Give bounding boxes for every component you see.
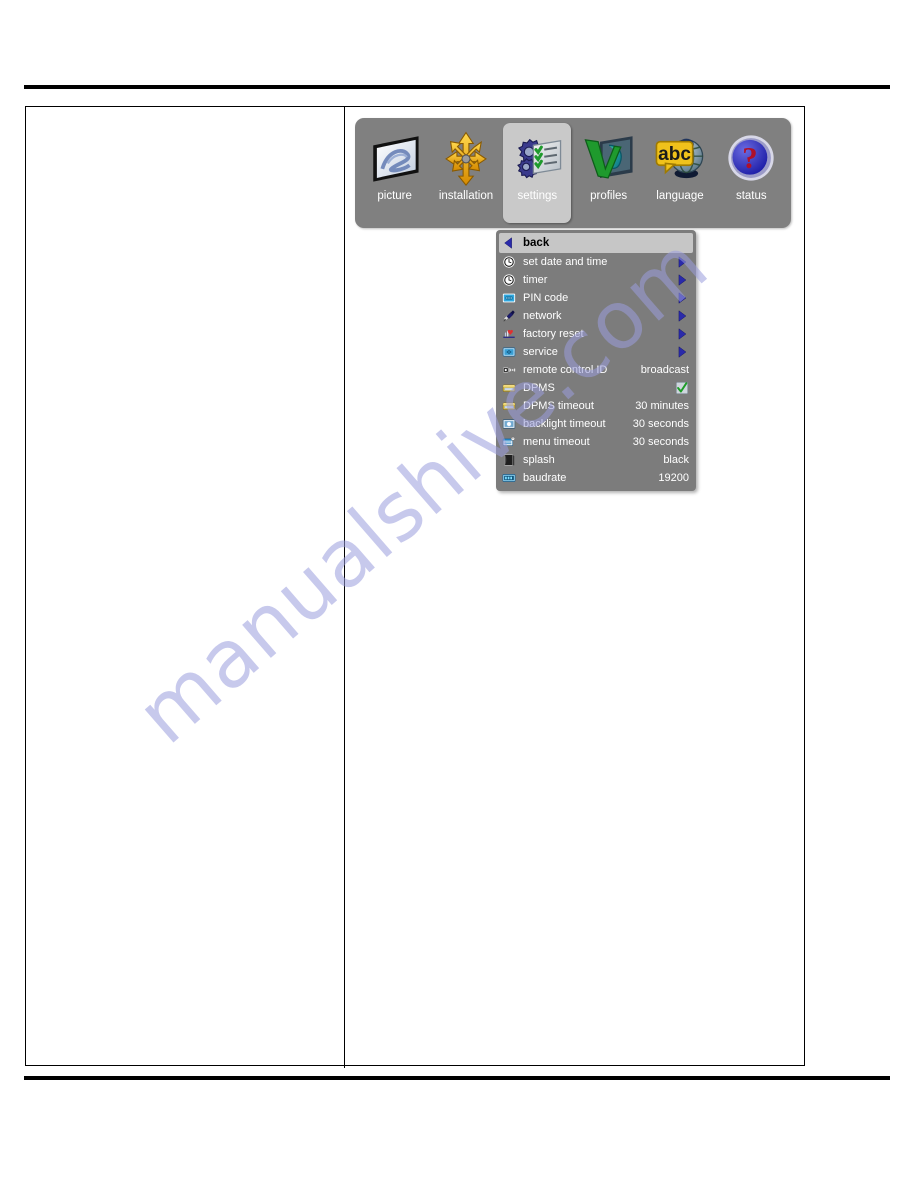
osd-tab-installation[interactable]: installation — [432, 123, 500, 223]
osd-tab-label: settings — [517, 190, 558, 202]
menu-item-value[interactable]: 19200 — [658, 471, 689, 485]
profiles-icon — [580, 129, 638, 190]
page-rule-bottom — [24, 1076, 890, 1080]
menu-item-backlight-timeout[interactable]: backlight timeout 30 seconds — [499, 415, 693, 433]
menu-item-back[interactable]: back — [499, 233, 693, 253]
menu-item-label: backlight timeout — [523, 418, 606, 430]
language-icon: abc — [651, 129, 709, 190]
menu-item-service[interactable]: service — [499, 343, 693, 361]
baudrate-icon — [502, 471, 523, 485]
menu-item-label: DPMS timeout — [523, 400, 594, 412]
menu-item-label: splash — [523, 454, 555, 466]
submenu-arrow-icon[interactable] — [675, 291, 689, 305]
menu-item-dpms[interactable]: DPMS — [499, 379, 693, 397]
osd-tab-profiles[interactable]: profiles — [575, 123, 643, 223]
menu-item-label: network — [523, 310, 562, 322]
osd-tab-picture[interactable]: picture — [361, 123, 429, 223]
menu-item-dpms-timeout[interactable]: DPMS timeout 30 minutes — [499, 397, 693, 415]
clock-icon — [502, 273, 523, 287]
osd-settings-menu: back set date and time timer PIN code networ… — [496, 230, 696, 491]
menu-item-timer[interactable]: timer — [499, 271, 693, 289]
menu-item-label: baudrate — [523, 472, 567, 484]
menu-item-factory-reset[interactable]: factory reset — [499, 325, 693, 343]
menu-item-value[interactable]: 30 seconds — [633, 417, 689, 431]
svg-text:abc: abc — [658, 144, 691, 165]
clock-icon — [502, 255, 523, 269]
menu-item-label: service — [523, 346, 558, 358]
page-rule-top — [24, 85, 890, 89]
picture-icon — [366, 129, 424, 190]
osd-tab-label: status — [735, 190, 767, 202]
factory-reset-icon — [502, 327, 523, 341]
menu-item-label: remote control ID — [523, 364, 608, 376]
content-column-left — [25, 106, 344, 1066]
submenu-arrow-icon[interactable] — [675, 309, 689, 323]
menu-item-network[interactable]: network — [499, 307, 693, 325]
submenu-arrow-icon[interactable] — [675, 273, 689, 287]
remote-control-icon — [502, 363, 523, 377]
menu-item-label: timer — [523, 274, 548, 286]
menu-item-menu-timeout[interactable]: menu timeout 30 seconds — [499, 433, 693, 451]
menu-item-label: back — [523, 237, 550, 249]
installation-icon — [437, 129, 495, 190]
menu-item-remote-control-id[interactable]: remote control ID broadcast — [499, 361, 693, 379]
menu-item-value[interactable]: 30 seconds — [633, 435, 689, 449]
osd-tab-label: language — [656, 190, 704, 202]
submenu-arrow-icon[interactable] — [675, 327, 689, 341]
osd-tab-label: picture — [377, 190, 412, 202]
menu-item-label: DPMS — [523, 382, 555, 394]
backlight-icon — [502, 417, 523, 431]
menu-timeout-icon — [502, 435, 523, 449]
svg-text:?: ? — [743, 141, 758, 175]
menu-item-set-date-and-time[interactable]: set date and time — [499, 253, 693, 271]
dpms-icon — [502, 381, 523, 395]
osd-tab-label: profiles — [590, 190, 628, 202]
menu-item-value[interactable]: 30 minutes — [635, 399, 689, 413]
menu-item-value[interactable]: black — [663, 453, 689, 467]
service-icon — [502, 345, 523, 359]
menu-item-label: factory reset — [523, 328, 584, 340]
menu-item-baudrate[interactable]: baudrate 19200 — [499, 469, 693, 487]
dpms-icon — [502, 399, 523, 413]
submenu-arrow-icon[interactable] — [675, 255, 689, 269]
network-plug-icon — [502, 309, 523, 323]
splash-icon — [502, 453, 523, 467]
menu-item-splash[interactable]: splash black — [499, 451, 693, 469]
osd-tab-label: installation — [438, 190, 494, 202]
checkbox-checked-icon[interactable] — [675, 381, 689, 395]
menu-item-label: PIN code — [523, 292, 569, 304]
osd-tab-language[interactable]: abc language — [646, 123, 714, 223]
menu-item-value[interactable]: broadcast — [641, 363, 689, 377]
pin-code-icon — [502, 291, 523, 305]
settings-icon — [508, 129, 566, 190]
menu-item-label: menu timeout — [523, 436, 590, 448]
status-icon: ? — [722, 129, 780, 190]
menu-item-label: set date and time — [523, 256, 608, 268]
osd-tab-status[interactable]: ? status — [717, 123, 785, 223]
submenu-arrow-icon[interactable] — [675, 345, 689, 359]
osd-tab-settings[interactable]: settings — [503, 123, 572, 223]
osd-toolbar: picture installation settings profiles abc la… — [355, 118, 791, 228]
menu-item-pin-code[interactable]: PIN code — [499, 289, 693, 307]
back-arrow-icon — [502, 236, 523, 250]
